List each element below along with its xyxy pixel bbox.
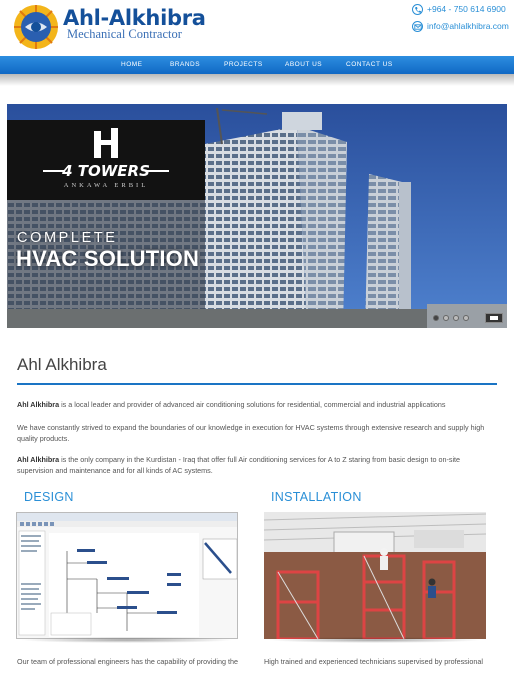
slider-play-button[interactable] bbox=[485, 313, 503, 323]
brand-rule-left bbox=[43, 170, 65, 172]
site-header: Ahl-Alkhibra Mechanical Contractor +964 … bbox=[0, 0, 514, 52]
installation-heading[interactable]: INSTALLATION bbox=[271, 490, 362, 504]
about-title: Ahl Alkhibra bbox=[17, 355, 107, 374]
logo-icon[interactable] bbox=[13, 4, 59, 50]
company-name: Ahl Alkhibra bbox=[17, 455, 60, 464]
about-paragraph-2: We have constantly strived to expand the… bbox=[17, 423, 485, 443]
section-divider bbox=[17, 383, 497, 385]
design-description: Our team of professional engineers has t… bbox=[17, 657, 238, 666]
main-nav: HOME BRANDS PROJECTS ABOUT US CONTACT US bbox=[0, 56, 514, 74]
nav-item-about-us[interactable]: ABOUT US bbox=[285, 56, 322, 74]
image-shadow bbox=[268, 637, 482, 643]
software-screenshot bbox=[17, 513, 237, 638]
site-subtitle: Mechanical Contractor bbox=[67, 27, 182, 41]
slider-dot-1[interactable] bbox=[433, 315, 439, 321]
project-logo-panel: 4 TOWERS ANKAWA ERBIL bbox=[7, 120, 205, 200]
hero-slider[interactable]: 4 TOWERS ANKAWA ERBIL COMPLETE HVAC SOLU… bbox=[7, 104, 507, 328]
slider-dot-4[interactable] bbox=[463, 315, 469, 321]
project-name-text: 4 TOWERS bbox=[62, 162, 150, 180]
nav-item-projects[interactable]: PROJECTS bbox=[224, 56, 263, 74]
installation-description: High trained and experienced technicians… bbox=[264, 657, 483, 666]
play-icon bbox=[490, 316, 498, 320]
slider-dot-3[interactable] bbox=[453, 315, 459, 321]
brand-rule-right bbox=[147, 170, 169, 172]
towers-logo-icon bbox=[94, 128, 118, 158]
project-name: 4 TOWERS bbox=[7, 162, 205, 180]
about-text-1: is a local leader and provider of advanc… bbox=[59, 400, 446, 409]
nav-item-brands[interactable]: BRANDS bbox=[170, 56, 200, 74]
about-paragraph-1: Ahl Alkhibra is a local leader and provi… bbox=[17, 399, 497, 410]
installation-site-image[interactable] bbox=[264, 512, 486, 639]
nav-item-home[interactable]: HOME bbox=[121, 56, 143, 74]
project-location: ANKAWA ERBIL bbox=[63, 182, 149, 189]
phone-number[interactable]: +964 - 750 614 6900 bbox=[427, 4, 506, 15]
scaffolding-photo bbox=[264, 512, 486, 639]
hero-caption-line2: HVAC SOLUTION bbox=[16, 246, 200, 271]
image-shadow bbox=[20, 637, 234, 643]
company-name: Ahl Alkhibra bbox=[17, 400, 60, 409]
phone-icon bbox=[412, 4, 423, 15]
nav-item-contact-us[interactable]: CONTACT US bbox=[346, 56, 393, 74]
about-text-3: is the only company in the Kurdistan - I… bbox=[17, 455, 461, 475]
nav-shadow bbox=[0, 74, 514, 86]
design-software-image[interactable] bbox=[16, 512, 238, 639]
about-paragraph-3: Ahl Alkhibra is the only company in the … bbox=[17, 454, 497, 476]
slider-dot-2[interactable] bbox=[443, 315, 449, 321]
email-address[interactable]: info@ahlalkhibra.com bbox=[427, 21, 509, 32]
email-icon bbox=[412, 21, 423, 32]
site-title[interactable]: Ahl-Alkhibra bbox=[63, 7, 206, 29]
design-heading[interactable]: DESIGN bbox=[24, 490, 74, 504]
hero-caption-line1: COMPLETE bbox=[17, 230, 118, 246]
